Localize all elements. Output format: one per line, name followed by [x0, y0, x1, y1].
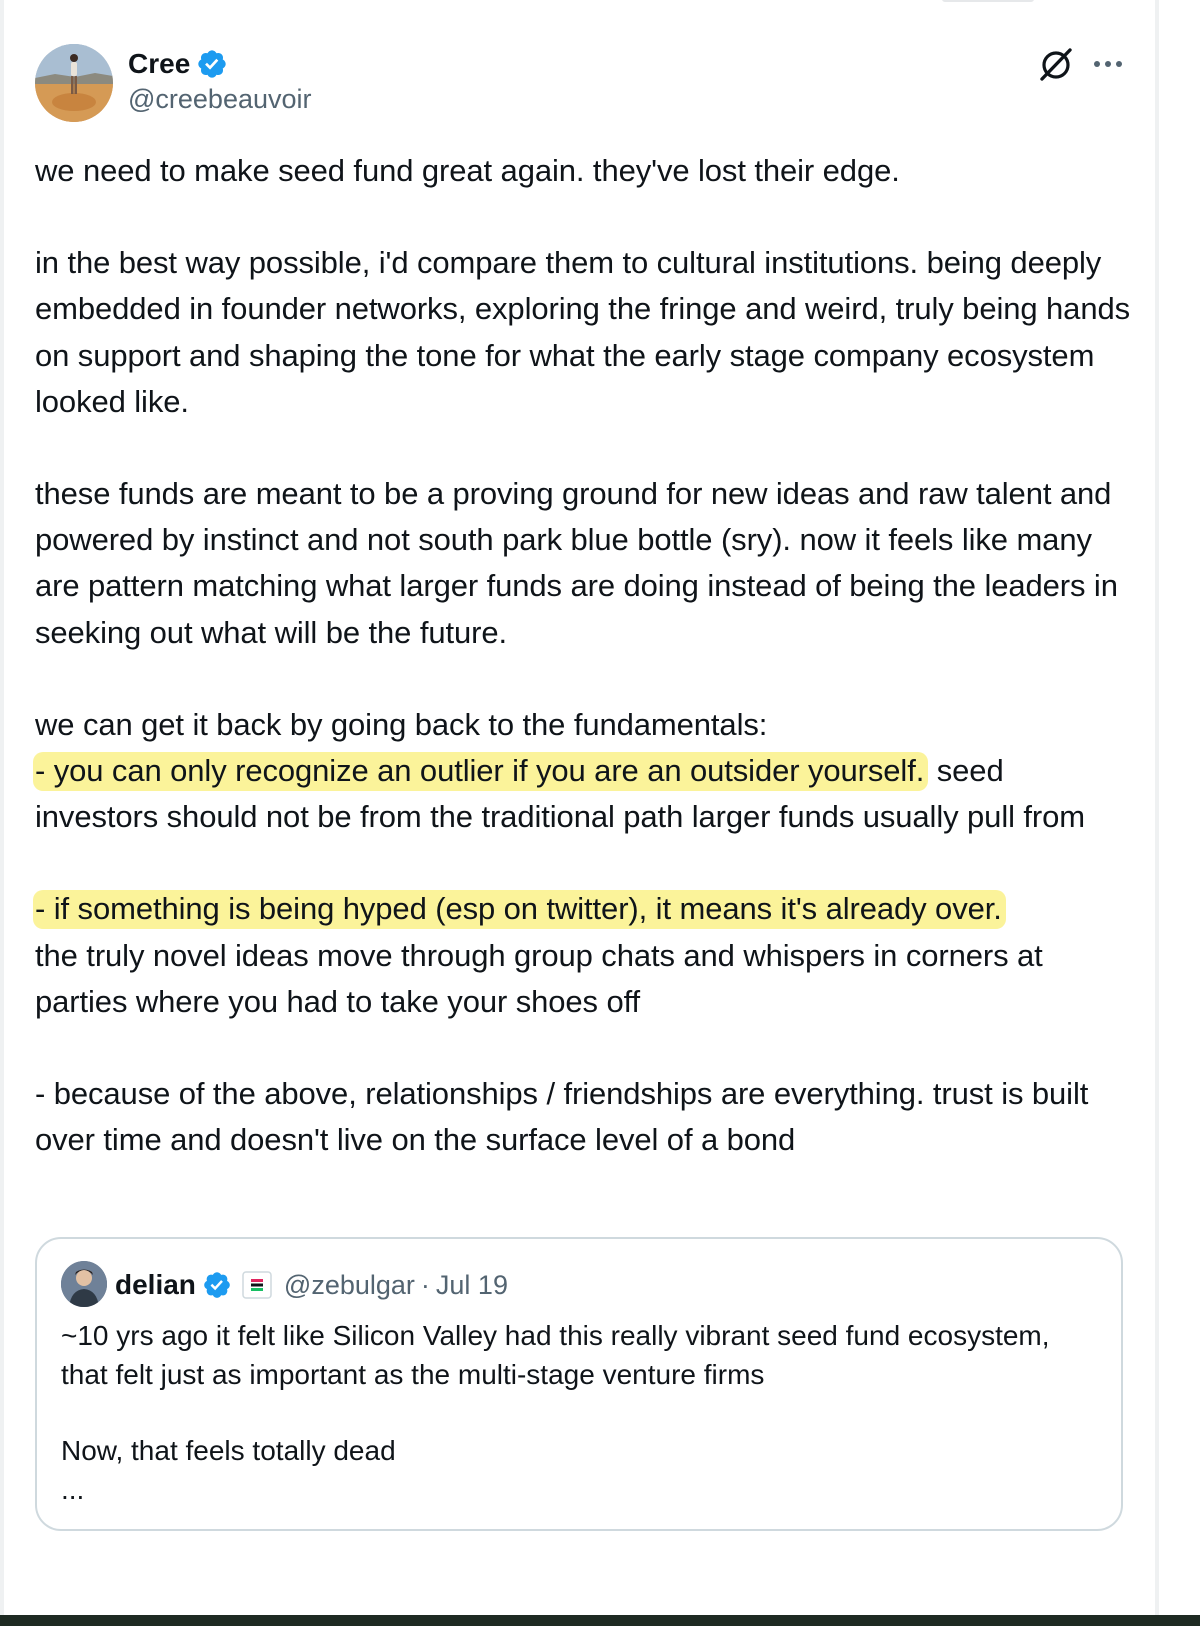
quoted-tweet-paragraph: ~10 yrs ago it felt like Silicon Valley … — [61, 1320, 1050, 1390]
author-display-name[interactable]: Cree — [128, 48, 190, 80]
quoted-author-handle[interactable]: @zebulgar — [284, 1270, 415, 1301]
highlighted-text: - you can only recognize an outlier if y… — [33, 752, 929, 792]
tweet-paragraph: these funds are meant to be a proving gr… — [35, 476, 1118, 650]
window-frame-left — [0, 0, 4, 1615]
truncation-ellipsis: ... — [61, 1473, 85, 1505]
avatar-photo-icon — [35, 44, 113, 122]
flag-icon — [242, 1270, 272, 1300]
grok-slash-icon[interactable] — [1036, 44, 1076, 84]
quoted-tweet-text: ~10 yrs ago it felt like Silicon Valley … — [61, 1317, 1101, 1509]
tweet-paragraph: - because of the above, relationships / … — [35, 1076, 1089, 1158]
header-separator: · — [420, 1269, 430, 1300]
tweet-paragraph: we need to make seed fund great again. t… — [35, 153, 900, 188]
quoted-tweet-paragraph: Now, that feels totally dead — [61, 1435, 396, 1466]
more-horizontal-icon[interactable] — [1090, 50, 1126, 78]
window-frame-bottom — [0, 1615, 1200, 1626]
avatar-photo-icon — [61, 1261, 107, 1307]
top-tab-indicator — [942, 0, 1034, 2]
quoted-tweet-header: delian @zebulgar · Jul 19 — [115, 1263, 508, 1307]
author-name-row: Cree — [128, 44, 228, 84]
window-frame-right — [1155, 0, 1159, 1615]
quoted-tweet-card[interactable]: delian @zebulgar · Jul 19 ~10 yrs ago it… — [35, 1237, 1123, 1531]
verified-badge-icon — [202, 1270, 232, 1300]
quoted-tweet-date[interactable]: Jul 19 — [436, 1270, 508, 1301]
tweet-paragraph: in the best way possible, i'd compare th… — [35, 245, 1131, 419]
verified-badge-icon — [196, 48, 228, 80]
quoted-author-avatar[interactable] — [61, 1261, 107, 1307]
tweet-paragraph: we can get it back by going back to the … — [33, 702, 1135, 841]
author-handle[interactable]: @creebeauvoir — [128, 84, 312, 115]
highlighted-text: - if something is being hyped (esp on tw… — [33, 890, 1006, 930]
quoted-author-name[interactable]: delian — [115, 1269, 196, 1301]
tweet-text: we need to make seed fund great again. t… — [33, 148, 1135, 1163]
tweet-line: we can get it back by going back to the … — [35, 706, 768, 742]
author-avatar[interactable] — [35, 44, 113, 122]
tweet-paragraph: - if something is being hyped (esp on tw… — [33, 886, 1135, 1025]
tweet-line: the truly novel ideas move through group… — [35, 937, 1043, 1019]
